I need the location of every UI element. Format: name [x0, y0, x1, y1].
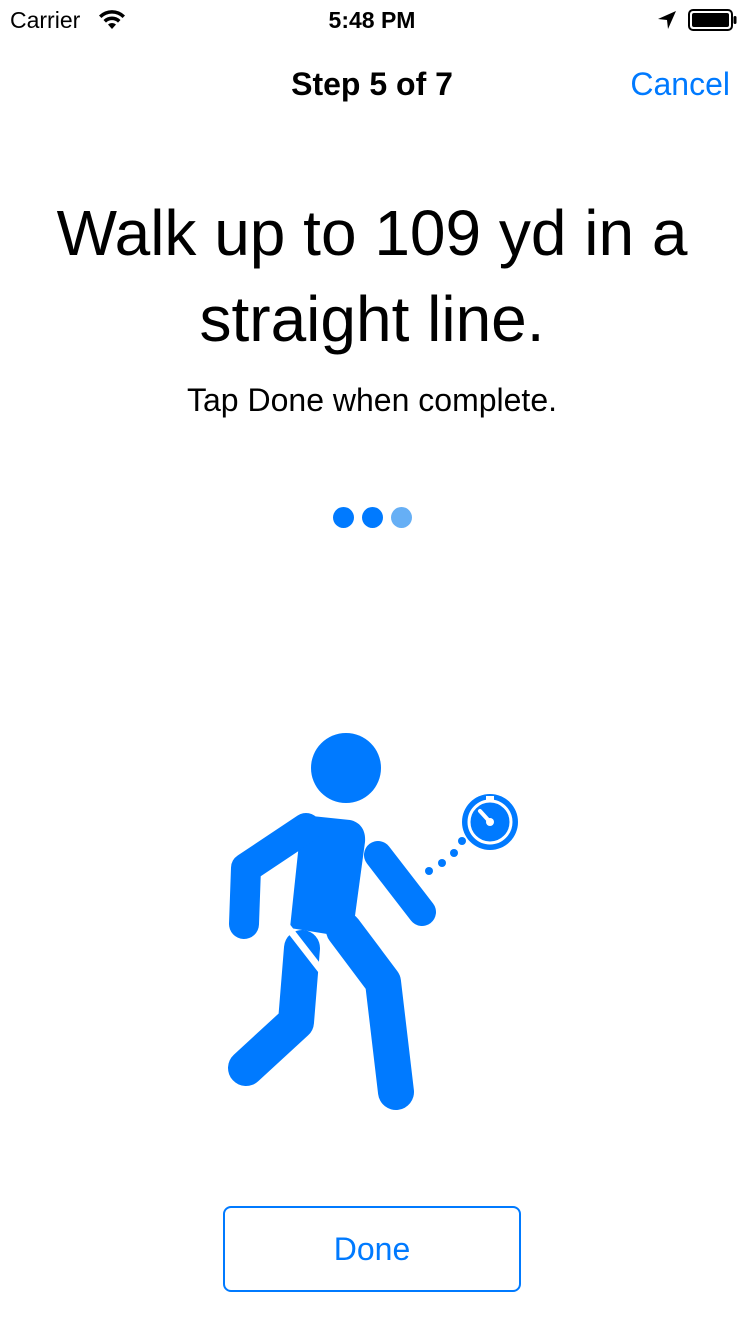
- status-time: 5:48 PM: [328, 7, 416, 33]
- battery-icon: [688, 9, 737, 31]
- progress-dot: [391, 507, 412, 528]
- progress-dots: [333, 507, 413, 529]
- location-arrow-icon: [658, 11, 676, 29]
- progress-dot: [333, 507, 354, 528]
- done-button[interactable]: Done: [223, 1206, 521, 1292]
- instruction-title: Walk up to 109 yd in a straight line.: [56, 197, 688, 355]
- instruction-detail: Tap Done when complete.: [187, 382, 557, 418]
- walking-person-with-timer-icon: [228, 733, 518, 1110]
- cancel-button[interactable]: Cancel: [630, 64, 730, 104]
- status-bar: Carrier 5:48 PM: [0, 0, 744, 40]
- progress-dot: [362, 507, 383, 528]
- timer-icon: [462, 794, 518, 850]
